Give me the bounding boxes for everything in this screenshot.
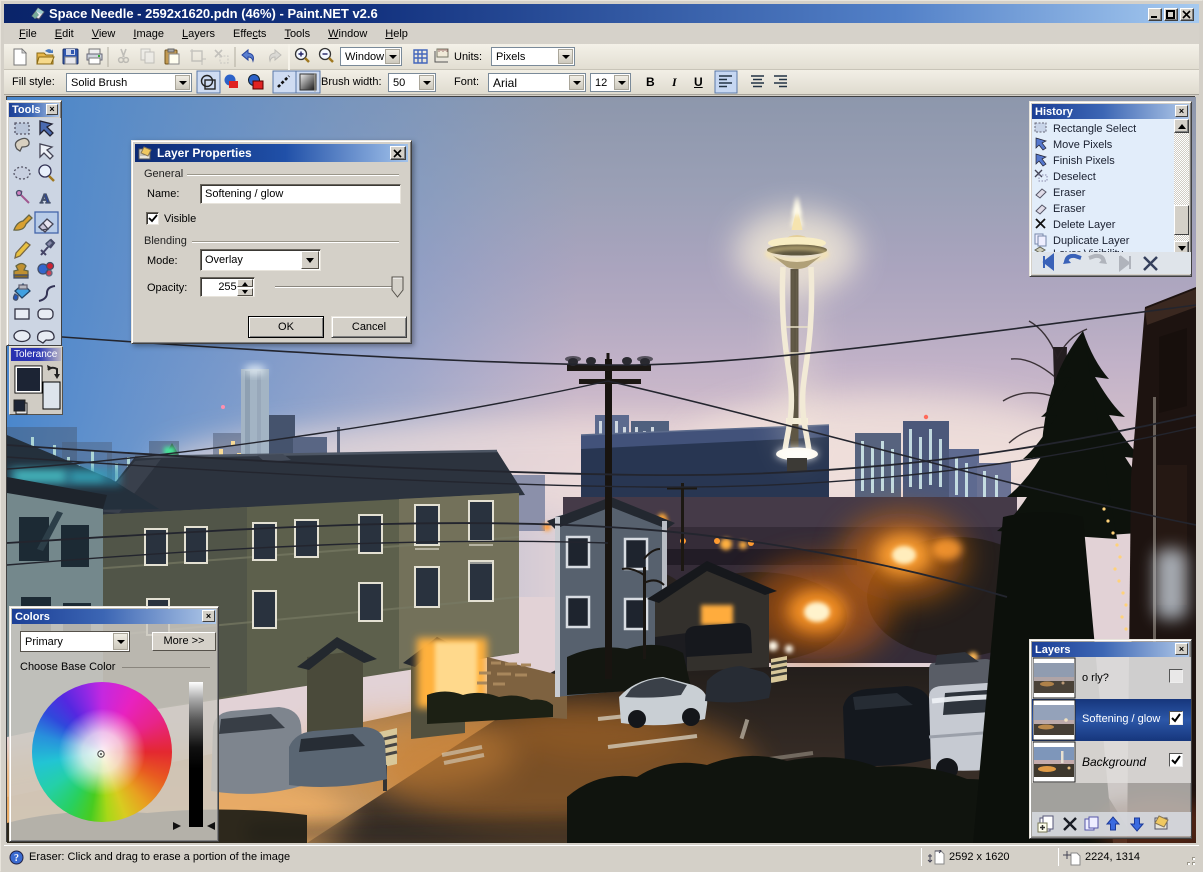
svg-text:Eraser: Eraser bbox=[1053, 187, 1086, 199]
svg-text:Move Pixels: Move Pixels bbox=[1053, 139, 1113, 151]
svg-text:Delete Layer: Delete Layer bbox=[1053, 219, 1116, 231]
svg-text:Duplicate Layer: Duplicate Layer bbox=[1053, 235, 1130, 247]
svg-text:Eraser: Eraser bbox=[1053, 203, 1086, 215]
svg-text:Deselect: Deselect bbox=[1053, 171, 1096, 183]
svg-text:Rectangle Select: Rectangle Select bbox=[1053, 123, 1136, 135]
svg-text:?: ? bbox=[14, 853, 19, 864]
svg-text:A: A bbox=[40, 192, 51, 207]
svg-text:Finish Pixels: Finish Pixels bbox=[1053, 155, 1115, 167]
